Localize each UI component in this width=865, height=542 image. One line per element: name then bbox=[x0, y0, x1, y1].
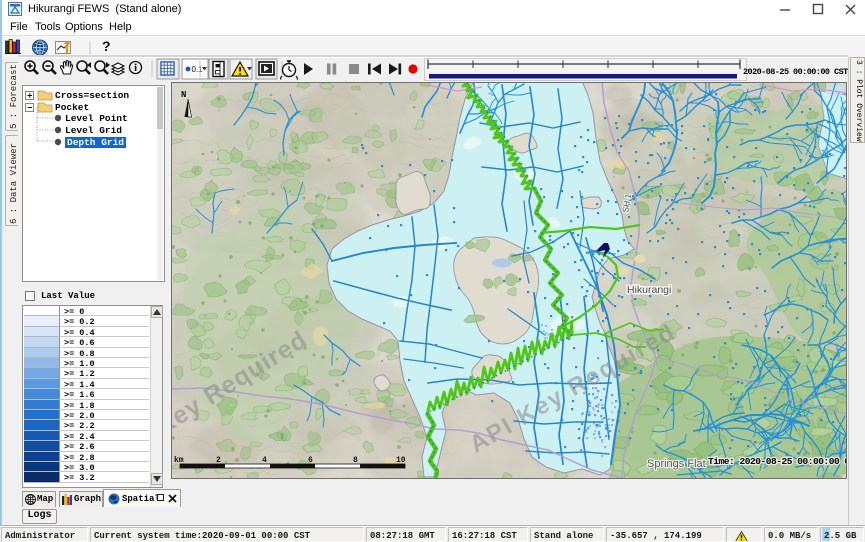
svg-text:Hikurangi: Hikurangi bbox=[627, 284, 671, 296]
svg-text:0.1: 0.1 bbox=[192, 65, 204, 74]
svg-text:N: N bbox=[181, 90, 186, 100]
svg-text:Springs Flat: Springs Flat bbox=[647, 458, 706, 470]
svg-text:Time: 2020-08-25 00:00:00 CST: Time: 2020-08-25 00:00:00 CST bbox=[708, 456, 847, 467]
